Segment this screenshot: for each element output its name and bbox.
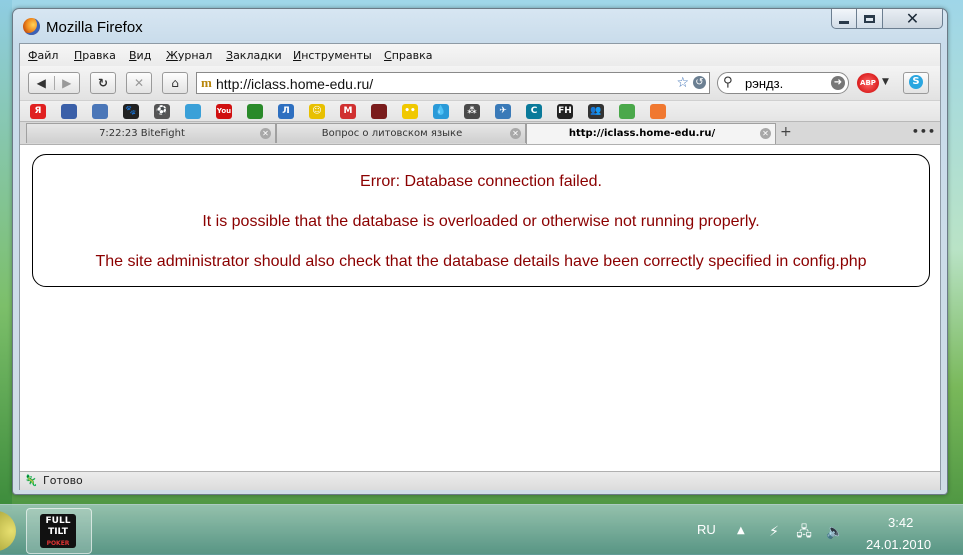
- yellow-face-icon[interactable]: ••: [402, 104, 418, 119]
- green-swirl-icon[interactable]: [619, 104, 635, 119]
- browser-chrome: Файл Правка Вид Журнал Закладки Инструме…: [19, 43, 941, 490]
- home-button[interactable]: ⌂: [162, 72, 188, 94]
- tab-label: http://iclass.home-edu.ru/: [568, 128, 716, 139]
- drop-icon[interactable]: 💧: [433, 104, 449, 119]
- app-label: FULL TILT: [45, 516, 71, 537]
- tab-lithuanian-question[interactable]: Вопрос о литовском языке ✕: [276, 123, 526, 143]
- blue-a-icon[interactable]: Л: [278, 104, 294, 119]
- reload-icon: ↻: [97, 76, 109, 90]
- yandex-icon[interactable]: Я: [30, 104, 46, 119]
- status-text: Готово: [43, 474, 83, 487]
- c-icon[interactable]: C: [526, 104, 542, 119]
- tab-label: Вопрос о литовском языке: [321, 128, 463, 139]
- search-input[interactable]: рэндз.: [745, 76, 783, 91]
- fh-icon[interactable]: FH: [557, 104, 573, 119]
- bookmarks-toolbar: Я 🐾 ⚽ You Л ☺ M •• 💧 ⁂ ✈ C FH 👥: [20, 100, 940, 122]
- list-all-tabs-icon[interactable]: •••: [912, 125, 936, 138]
- back-forward-group: ◀ ▶: [28, 72, 80, 94]
- clock-time[interactable]: 3:42: [888, 515, 913, 530]
- desktop-background: [0, 0, 12, 510]
- fulltilt-poker-icon: FULL TILT POKER: [40, 514, 76, 548]
- taskbar-app-fulltilt[interactable]: FULL TILT POKER: [26, 508, 92, 554]
- activity-icon: 🦎: [24, 474, 38, 487]
- ball-icon[interactable]: ⚽: [154, 104, 170, 119]
- reload-button[interactable]: ↻: [90, 72, 116, 94]
- people-icon[interactable]: 👥: [588, 104, 604, 119]
- language-indicator[interactable]: RU: [697, 522, 716, 537]
- tab-label: 7:22:23 BiteFight: [99, 128, 185, 139]
- skype-icon: S: [909, 75, 923, 89]
- menu-file[interactable]: Файл: [28, 49, 58, 62]
- error-admin-note: The site administrator should also check…: [95, 253, 867, 270]
- minimize-icon: [839, 21, 849, 24]
- site-favicon-icon: m: [201, 75, 212, 90]
- menu-bookmarks[interactable]: Закладки: [226, 49, 282, 62]
- folder-icon[interactable]: [61, 104, 77, 119]
- error-title: Error: Database connection failed.: [360, 173, 602, 190]
- skype-button[interactable]: S: [903, 72, 929, 94]
- home-icon: ⌂: [171, 76, 179, 90]
- volume-icon[interactable]: 🔈: [826, 523, 844, 541]
- menu-tools[interactable]: Инструменты: [293, 49, 372, 62]
- app-sublabel: POKER: [46, 540, 70, 547]
- menu-edit[interactable]: Правка: [74, 49, 116, 62]
- new-tab-icon[interactable]: +: [780, 124, 792, 140]
- search-go-icon[interactable]: ➜: [831, 76, 845, 90]
- menu-view[interactable]: Вид: [129, 49, 151, 62]
- close-icon: ✕: [905, 8, 920, 28]
- navigation-toolbar: ◀ ▶ ↻ ✕ ⌂ m http://iclass.home-edu.ru/ ☆…: [20, 66, 940, 100]
- bookmark-star-icon[interactable]: ☆: [676, 75, 689, 91]
- tray-app-icon[interactable]: ⚡: [765, 523, 783, 541]
- url-bar[interactable]: m http://iclass.home-edu.ru/ ☆ ↺: [196, 72, 710, 94]
- gmail-icon[interactable]: M: [340, 104, 356, 119]
- go-icon[interactable]: ↺: [693, 76, 706, 89]
- dark-box-icon[interactable]: [371, 104, 387, 119]
- firefox-logo-icon: [23, 18, 40, 35]
- window-controls: ✕: [831, 9, 943, 31]
- chart-icon[interactable]: [185, 104, 201, 119]
- adblock-dropdown-icon[interactable]: ▼: [882, 77, 889, 87]
- forward-icon[interactable]: ▶: [55, 76, 80, 90]
- status-bar: 🦎 Готово: [20, 471, 940, 490]
- tab-bar: 7:22:23 BiteFight ✕ Вопрос о литовском я…: [20, 121, 940, 144]
- tab-close-icon[interactable]: ✕: [760, 128, 771, 139]
- error-message-box: Error: Database connection failed. It is…: [32, 154, 930, 287]
- back-icon[interactable]: ◀: [29, 76, 55, 90]
- dots-icon[interactable]: ⁂: [464, 104, 480, 119]
- taskbar: FULL TILT POKER RU ▲ ⚡ 🖧 🔈 3:42 24.01.20…: [0, 504, 963, 555]
- tab-bitefight[interactable]: 7:22:23 BiteFight ✕: [26, 123, 276, 143]
- maximize-button[interactable]: [857, 9, 883, 29]
- stop-icon: ✕: [133, 76, 145, 90]
- start-button[interactable]: [0, 511, 16, 551]
- youtube-icon[interactable]: You: [216, 104, 232, 119]
- menu-bar: Файл Правка Вид Журнал Закладки Инструме…: [20, 44, 940, 66]
- network-icon[interactable]: 🖧: [795, 523, 813, 541]
- tab-close-icon[interactable]: ✕: [510, 128, 521, 139]
- close-button[interactable]: ✕: [883, 9, 943, 29]
- menu-help[interactable]: Справка: [384, 49, 432, 62]
- search-bar[interactable]: ⚲ рэндз. ➜: [717, 72, 849, 94]
- computer-icon[interactable]: [92, 104, 108, 119]
- orange-circle-icon[interactable]: [650, 104, 666, 119]
- smiley-icon[interactable]: ☺: [309, 104, 325, 119]
- green-box-icon[interactable]: [247, 104, 263, 119]
- clock-date[interactable]: 24.01.2010: [866, 537, 931, 552]
- bird-icon[interactable]: ✈: [495, 104, 511, 119]
- show-hidden-icons-icon[interactable]: ▲: [737, 525, 745, 536]
- page-content: Error: Database connection failed. It is…: [20, 144, 940, 472]
- paw-icon[interactable]: 🐾: [123, 104, 139, 119]
- adblock-plus-icon[interactable]: ABP: [857, 73, 879, 93]
- menu-history[interactable]: Журнал: [166, 49, 212, 62]
- maximize-icon: [864, 14, 875, 23]
- title-bar[interactable]: Mozilla Firefox ✕: [13, 9, 947, 41]
- tab-iclass-active[interactable]: http://iclass.home-edu.ru/ ✕: [526, 123, 776, 144]
- window-title: Mozilla Firefox: [46, 19, 143, 36]
- search-icon[interactable]: ⚲: [723, 75, 733, 90]
- url-input[interactable]: http://iclass.home-edu.ru/: [216, 76, 373, 92]
- firefox-window: Mozilla Firefox ✕ Файл Правка Вид Журнал…: [12, 8, 948, 495]
- tab-close-icon[interactable]: ✕: [260, 128, 271, 139]
- stop-button[interactable]: ✕: [126, 72, 152, 94]
- error-detail: It is possible that the database is over…: [202, 213, 760, 230]
- minimize-button[interactable]: [831, 9, 857, 29]
